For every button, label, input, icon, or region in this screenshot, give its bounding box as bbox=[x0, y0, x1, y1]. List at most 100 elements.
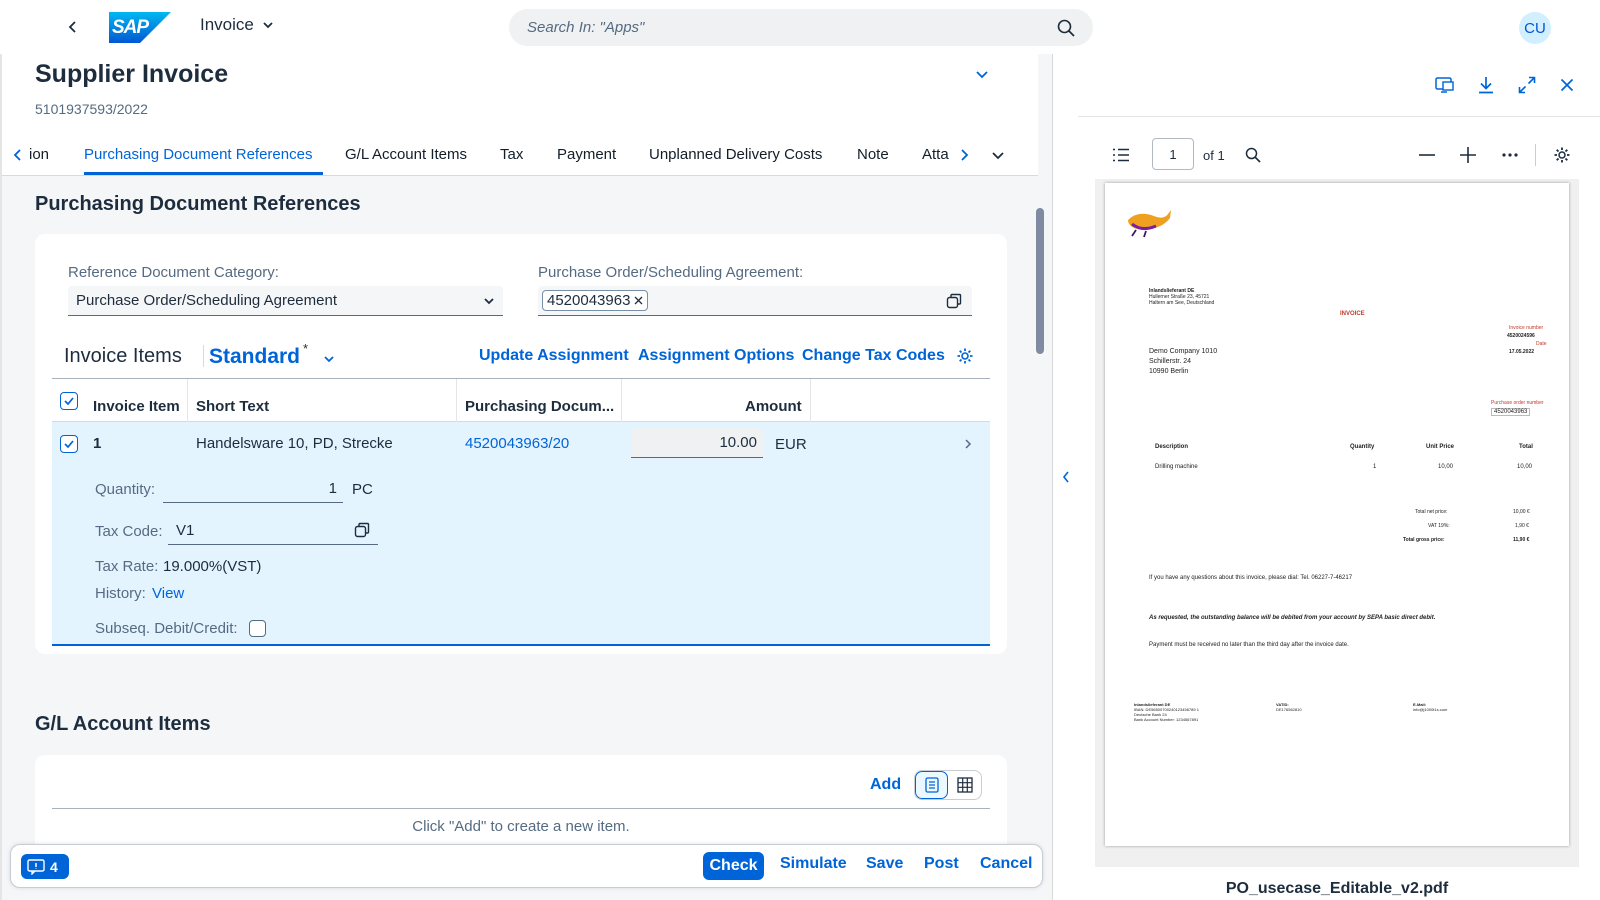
select-all-checkbox[interactable] bbox=[60, 392, 78, 410]
value-help-icon[interactable] bbox=[946, 293, 962, 309]
zoom-in-icon[interactable] bbox=[1460, 147, 1476, 163]
cancel-button[interactable]: Cancel bbox=[980, 855, 1032, 873]
pdf-line-description: Drilling machine bbox=[1155, 464, 1198, 470]
col-amount[interactable]: Amount bbox=[745, 398, 802, 415]
tab-gl-account-items[interactable]: G/L Account Items bbox=[345, 146, 467, 163]
history-view-link[interactable]: View bbox=[152, 585, 184, 602]
table-grid-icon bbox=[956, 777, 973, 793]
chevron-left-icon bbox=[1062, 471, 1069, 483]
pdf-page: Inlandslieferant DE Hullerner Straße 23,… bbox=[1105, 183, 1569, 846]
quantity-unit: PC bbox=[352, 481, 373, 498]
open-in-window-icon[interactable] bbox=[1435, 76, 1455, 94]
tab-information[interactable]: ion bbox=[29, 146, 49, 163]
col-divider bbox=[456, 379, 457, 422]
tab-attachments[interactable]: Atta bbox=[922, 146, 949, 163]
amount-input[interactable]: 10.00 bbox=[631, 428, 763, 458]
more-options-icon[interactable] bbox=[1502, 153, 1518, 157]
close-icon[interactable] bbox=[1560, 78, 1574, 92]
po-multi-input[interactable]: 4520043963 bbox=[538, 286, 972, 316]
scroll-left-icon[interactable] bbox=[12, 149, 24, 161]
assignment-options-button[interactable]: Assignment Options bbox=[638, 347, 794, 365]
collapse-header-button[interactable] bbox=[975, 68, 989, 82]
tax-code-input[interactable]: V1 bbox=[168, 516, 378, 545]
pdf-heading: INVOICE bbox=[1340, 311, 1365, 317]
grid-view-button[interactable] bbox=[948, 771, 981, 799]
row-navigation-icon[interactable] bbox=[964, 438, 972, 450]
pdf-filename: PO_usecase_Editable_v2.pdf bbox=[1225, 880, 1449, 897]
back-button[interactable] bbox=[60, 14, 86, 40]
close-icon[interactable] bbox=[634, 296, 643, 305]
pdf-payment-note: Payment must be received no later than t… bbox=[1149, 642, 1349, 648]
row-checkbox[interactable] bbox=[60, 435, 78, 453]
search-field[interactable]: Search In: "Apps" bbox=[509, 9, 1093, 46]
tab-note[interactable]: Note bbox=[857, 146, 889, 163]
col-purchasing-doc[interactable]: Purchasing Docum... bbox=[465, 398, 614, 415]
tab-unplanned-delivery-costs[interactable]: Unplanned Delivery Costs bbox=[649, 146, 822, 163]
outline-icon[interactable] bbox=[1112, 148, 1130, 162]
scroll-right-icon[interactable] bbox=[958, 149, 970, 161]
search-icon[interactable] bbox=[1057, 19, 1075, 37]
view-toggle bbox=[914, 770, 982, 800]
value-help-icon[interactable] bbox=[354, 522, 370, 538]
col-divider bbox=[187, 379, 188, 422]
tab-purchasing-document-references[interactable]: Purchasing Document References bbox=[84, 146, 312, 163]
pdf-invoice-number-label: Invoice number bbox=[1509, 325, 1544, 331]
subseq-label: Subseq. Debit/Credit: bbox=[95, 620, 238, 637]
checkmark-icon bbox=[64, 397, 74, 406]
sap-logo-text: SAP bbox=[112, 17, 149, 38]
invoice-items-title: Invoice Items bbox=[64, 345, 182, 367]
tax-code-label: Tax Code: bbox=[95, 523, 163, 540]
app-title: Invoice bbox=[200, 15, 254, 34]
pdf-col-description: Description bbox=[1155, 444, 1189, 450]
row-purchasing-doc-link[interactable]: 4520043963/20 bbox=[465, 435, 569, 452]
scrollbar[interactable] bbox=[1035, 60, 1043, 900]
save-button[interactable]: Save bbox=[866, 855, 903, 873]
settings-icon[interactable] bbox=[1553, 146, 1571, 164]
divider bbox=[203, 345, 204, 367]
message-popover-icon bbox=[27, 858, 45, 875]
pdf-date: 17.05.2022 bbox=[1509, 349, 1535, 355]
chevron-down-icon bbox=[976, 71, 988, 79]
sap-logo[interactable]: SAP bbox=[109, 12, 171, 43]
gl-empty-text: Click "Add" to create a new item. bbox=[412, 818, 630, 835]
tab-payment[interactable]: Payment bbox=[557, 146, 616, 163]
simulate-button[interactable]: Simulate bbox=[780, 855, 847, 873]
col-short-text[interactable]: Short Text bbox=[196, 398, 269, 415]
ref-category-select[interactable]: Purchase Order/Scheduling Agreement bbox=[68, 286, 503, 316]
subseq-checkbox[interactable] bbox=[249, 620, 266, 637]
list-view-button[interactable] bbox=[915, 771, 949, 799]
pdf-vat: 1,90 € bbox=[1515, 523, 1529, 529]
divider bbox=[1078, 116, 1600, 117]
settings-icon[interactable] bbox=[956, 347, 974, 365]
post-button[interactable]: Post bbox=[924, 855, 959, 873]
zoom-out-icon[interactable] bbox=[1419, 154, 1435, 156]
app-title-menu[interactable]: Invoice bbox=[200, 15, 274, 35]
page-number-input[interactable]: 1 bbox=[1152, 138, 1194, 170]
download-icon[interactable] bbox=[1477, 76, 1495, 94]
tabs-overflow-icon[interactable] bbox=[991, 150, 1005, 162]
pdf-col-total: Total bbox=[1519, 444, 1533, 450]
po-token[interactable]: 4520043963 bbox=[542, 290, 649, 311]
row-currency: EUR bbox=[775, 436, 807, 453]
gl-table-header-border bbox=[52, 808, 990, 809]
check-button[interactable]: Check bbox=[703, 852, 764, 880]
pdf-total-gross: 11,90 € bbox=[1513, 537, 1530, 543]
col-invoice-item[interactable]: Invoice Item bbox=[93, 398, 180, 415]
search-icon[interactable] bbox=[1245, 147, 1261, 163]
fullscreen-icon[interactable] bbox=[1518, 76, 1536, 94]
scrollbar-thumb[interactable] bbox=[1036, 208, 1044, 354]
change-tax-codes-button[interactable]: Change Tax Codes bbox=[802, 347, 945, 365]
panel-resize-handle[interactable] bbox=[1062, 470, 1072, 486]
user-avatar[interactable]: CU bbox=[1519, 12, 1551, 44]
tab-tax[interactable]: Tax bbox=[500, 146, 523, 163]
chevron-down-icon bbox=[263, 22, 273, 29]
variant-management[interactable]: Standard * bbox=[209, 341, 335, 369]
gl-add-button[interactable]: Add bbox=[870, 776, 901, 794]
messages-button[interactable]: 4 bbox=[21, 854, 69, 879]
row-short-text: Handelsware 10, PD, Strecke bbox=[196, 435, 393, 452]
pdf-sepa-note: As requested, the outstanding balance wi… bbox=[1149, 615, 1436, 621]
update-assignment-button[interactable]: Update Assignment bbox=[479, 347, 629, 365]
quantity-input[interactable]: 1 bbox=[163, 474, 343, 503]
pdf-line-total: 10,00 bbox=[1517, 464, 1533, 470]
amount-value: 10.00 bbox=[719, 434, 757, 451]
